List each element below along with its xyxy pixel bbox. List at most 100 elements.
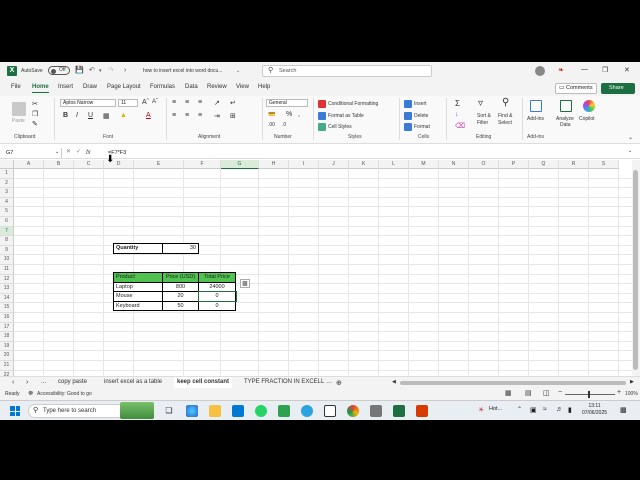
quantity-value-cell[interactable]: 30 xyxy=(162,243,199,254)
row-header[interactable]: 10 xyxy=(0,255,14,265)
document-title[interactable]: how to insert excel into word docu... xyxy=(143,68,223,74)
column-header[interactable]: S xyxy=(589,160,619,169)
search-input[interactable]: ⚲ Search xyxy=(262,65,432,77)
align-center-icon[interactable]: ≡ xyxy=(185,112,189,119)
accounting-icon[interactable]: 💳 xyxy=(268,111,275,118)
find-label[interactable]: Find & xyxy=(498,113,512,119)
insert-function-icon[interactable]: fx xyxy=(86,148,91,158)
name-box-dropdown-icon[interactable]: ⌄ xyxy=(55,149,59,155)
row-header[interactable]: 6 xyxy=(0,217,14,227)
tab-help[interactable]: Help xyxy=(258,84,270,90)
increase-decimal-icon[interactable]: .00 xyxy=(268,122,275,128)
task-view-icon[interactable]: ❏ xyxy=(163,405,175,417)
table-cell-total[interactable]: 0 xyxy=(198,300,236,312)
copilot-taskbar-icon[interactable] xyxy=(186,405,198,417)
horizontal-scrollbar[interactable] xyxy=(400,381,626,385)
number-format-select[interactable]: General xyxy=(266,99,308,107)
name-box[interactable]: G7 xyxy=(2,148,62,158)
column-header[interactable]: G xyxy=(221,160,259,169)
format-as-table-button[interactable]: Format as Table xyxy=(328,113,364,119)
copilot-button[interactable]: Copilot xyxy=(579,116,595,122)
whatsapp-icon[interactable] xyxy=(255,405,267,417)
row-header[interactable]: 11 xyxy=(0,265,14,275)
tab-draw[interactable]: Draw xyxy=(83,84,97,90)
powerpoint-icon[interactable] xyxy=(416,405,428,417)
fill-color-icon[interactable]: ▲ xyxy=(120,112,127,119)
indent-icon[interactable]: ⇥ xyxy=(214,112,220,120)
zoom-out-icon[interactable]: − xyxy=(558,389,562,396)
column-header[interactable]: Q xyxy=(529,160,559,169)
tab-data[interactable]: Data xyxy=(185,84,198,90)
row-header[interactable]: 8 xyxy=(0,236,14,246)
tab-home[interactable]: Home xyxy=(32,84,49,93)
quantity-label-cell[interactable]: Quantity xyxy=(113,243,163,254)
column-header[interactable]: F xyxy=(184,160,221,169)
font-color-icon[interactable]: A xyxy=(146,112,151,119)
sheet-tab-copy-paste[interactable]: copy paste xyxy=(58,379,87,385)
tab-formulas[interactable]: Formulas xyxy=(150,84,175,90)
volume-icon[interactable]: ♬ xyxy=(556,406,563,413)
format-painter-icon[interactable]: ✎ xyxy=(32,120,38,128)
page-layout-view-icon[interactable]: ▤ xyxy=(525,389,532,397)
copy-icon[interactable]: ❐ xyxy=(32,110,38,118)
comma-icon[interactable]: , xyxy=(298,111,300,118)
column-header[interactable]: K xyxy=(349,160,379,169)
autosum-icon[interactable]: Σ xyxy=(455,99,460,108)
borders-icon[interactable]: ▦ xyxy=(103,112,110,120)
underline-button[interactable]: U xyxy=(88,112,93,119)
sheet-tab-type-fraction[interactable]: TYPE FRACTION IN EXCELL xyxy=(244,379,324,385)
column-header[interactable]: M xyxy=(409,160,439,169)
undo-dropdown-icon[interactable]: ▾ xyxy=(99,67,102,75)
wifi-icon[interactable]: ≈ xyxy=(543,406,547,413)
accessibility-status[interactable]: Accessibility: Good to go xyxy=(37,391,92,397)
delete-cells-button[interactable]: Delete xyxy=(414,113,428,119)
copilot-pin-icon[interactable]: ❧ xyxy=(558,66,564,74)
decrease-font-icon[interactable]: Aˇ xyxy=(152,99,158,105)
align-left-icon[interactable]: ≡ xyxy=(172,112,176,119)
excel-taskbar-icon[interactable] xyxy=(393,405,405,417)
column-header[interactable]: E xyxy=(134,160,184,169)
column-header[interactable]: O xyxy=(469,160,499,169)
collapse-ribbon-icon[interactable]: ⌄ xyxy=(628,134,633,141)
tab-page-layout[interactable]: Page Layout xyxy=(107,84,141,90)
telegram-icon[interactable] xyxy=(301,405,313,417)
percent-icon[interactable]: % xyxy=(286,111,292,118)
filter-label[interactable]: Filter xyxy=(477,120,488,126)
align-right-icon[interactable]: ≡ xyxy=(198,112,202,119)
row-header[interactable]: 2 xyxy=(0,178,14,189)
snipping-tool-icon[interactable] xyxy=(370,405,382,417)
minimize-icon[interactable]: — xyxy=(581,66,588,73)
italic-button[interactable]: I xyxy=(76,112,78,119)
avatar[interactable] xyxy=(535,66,545,76)
undo-icon[interactable]: ↶ xyxy=(89,67,95,75)
column-header[interactable]: H xyxy=(259,160,289,169)
row-header[interactable]: 20 xyxy=(0,351,14,361)
sheet-tab-more[interactable]: ... xyxy=(41,379,46,385)
cut-icon[interactable]: ✂ xyxy=(32,100,38,108)
spreadsheet-grid[interactable]: ABCDEFGHIJKLMNOPQRS 1 2 3 4 5 6 7 8 9 10 11 12 13 14 1… xyxy=(0,160,632,380)
chrome-icon[interactable] xyxy=(347,405,359,417)
quick-analysis-icon[interactable]: ▩ xyxy=(240,279,250,288)
row-header[interactable]: 3 xyxy=(0,188,14,198)
column-header[interactable]: R xyxy=(559,160,589,169)
paste-label[interactable]: Paste xyxy=(12,118,25,124)
search-highlight-icon[interactable] xyxy=(120,402,154,419)
table-cell-price[interactable]: 50 xyxy=(162,300,199,312)
row-header[interactable]: 14 xyxy=(0,293,14,304)
fill-icon[interactable]: ↓ xyxy=(455,111,459,118)
customize-toolbar-icon[interactable]: › xyxy=(124,67,126,75)
row-header[interactable]: 18 xyxy=(0,332,14,342)
column-header[interactable]: A xyxy=(14,160,44,169)
row-header[interactable]: 4 xyxy=(0,197,14,208)
row-header[interactable]: 9 xyxy=(0,245,14,256)
sheet-tab-insert-excel-table[interactable]: insert excel as a table xyxy=(104,379,162,385)
column-header[interactable]: N xyxy=(439,160,469,169)
column-header[interactable]: L xyxy=(379,160,409,169)
sort-label[interactable]: Sort & xyxy=(477,113,491,119)
conditional-formatting-button[interactable]: Conditional Formatting xyxy=(328,101,378,107)
clear-icon[interactable]: ⌫ xyxy=(455,122,465,130)
tab-view[interactable]: View xyxy=(236,84,249,90)
vertical-scroll-thumb[interactable] xyxy=(633,170,638,370)
merge-center-icon[interactable]: ⊞ xyxy=(230,112,236,120)
row-header[interactable]: 12 xyxy=(0,274,14,285)
